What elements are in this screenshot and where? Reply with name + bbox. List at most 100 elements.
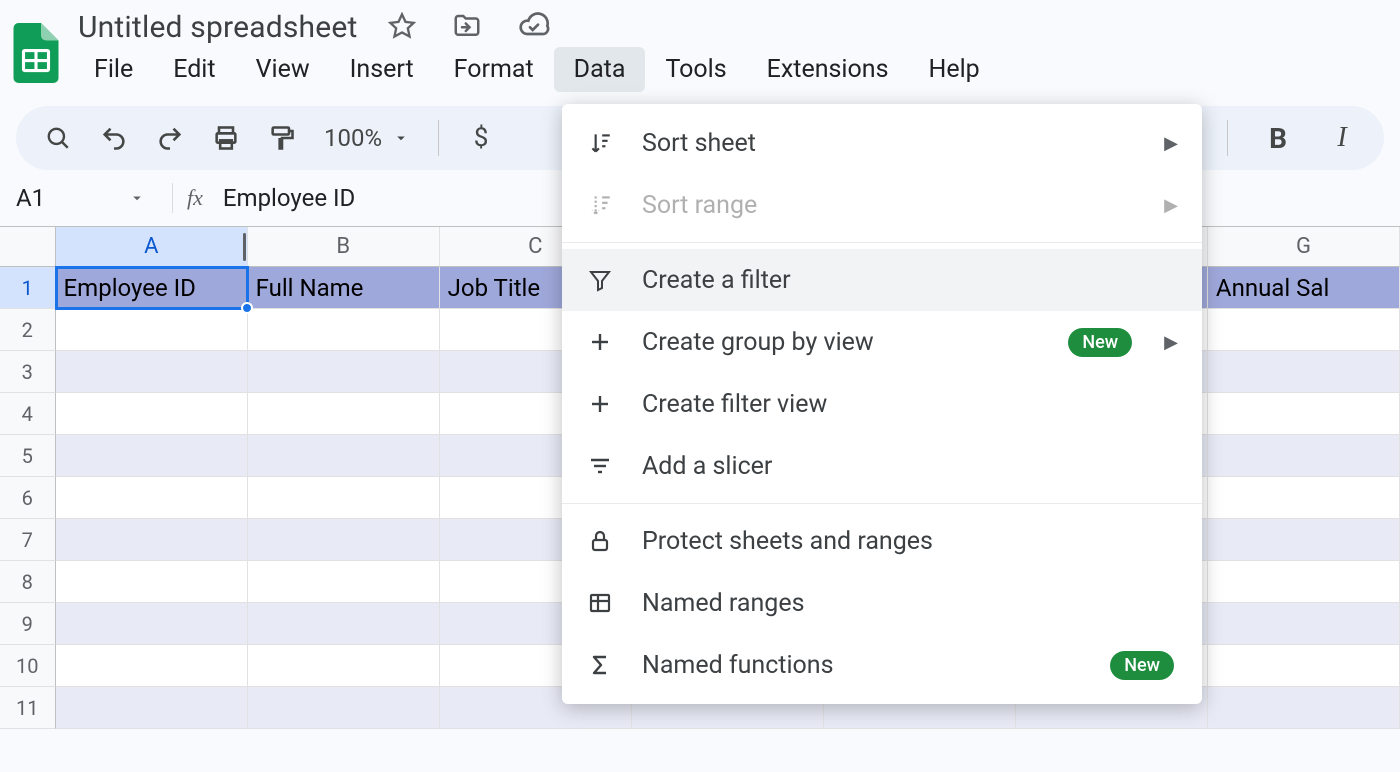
cell[interactable] — [56, 477, 248, 519]
cell[interactable] — [56, 519, 248, 561]
menu-separator — [562, 242, 1202, 243]
move-folder-icon[interactable] — [452, 11, 482, 41]
new-badge: New — [1068, 328, 1132, 357]
col-header-G[interactable]: G — [1208, 227, 1400, 267]
menu-extensions[interactable]: Extensions — [747, 47, 909, 92]
cell[interactable] — [248, 309, 440, 351]
row-header-6[interactable]: 6 — [0, 477, 56, 519]
submenu-arrow-icon: ▶ — [1164, 133, 1178, 154]
cell[interactable] — [248, 351, 440, 393]
menu-create-filter[interactable]: Create a filter — [562, 249, 1202, 311]
cell[interactable] — [56, 393, 248, 435]
cloud-status-icon[interactable] — [518, 10, 550, 42]
lock-icon — [586, 527, 614, 555]
cell[interactable] — [248, 477, 440, 519]
cell[interactable] — [1208, 687, 1400, 729]
cell-B1[interactable]: Full Name — [248, 267, 440, 309]
menu-insert[interactable]: Insert — [330, 47, 434, 92]
print-icon[interactable] — [204, 116, 248, 160]
menu-protect-sheets[interactable]: Protect sheets and ranges — [562, 510, 1202, 572]
sheets-logo[interactable] — [10, 18, 62, 88]
name-box[interactable]: A1 — [14, 184, 164, 212]
redo-icon[interactable] — [148, 116, 192, 160]
cell-A1[interactable]: Employee ID — [56, 267, 248, 309]
cell[interactable] — [248, 603, 440, 645]
paint-format-icon[interactable] — [260, 116, 304, 160]
toolbar-separator — [1227, 120, 1228, 156]
row-header-3[interactable]: 3 — [0, 351, 56, 393]
menu-add-slicer[interactable]: Add a slicer — [562, 435, 1202, 497]
menu-data[interactable]: Data — [554, 47, 646, 92]
cell[interactable] — [1208, 645, 1400, 687]
data-menu-dropdown: Sort sheet ▶ Sort range ▶ Create a filte… — [562, 104, 1202, 704]
row-header-7[interactable]: 7 — [0, 519, 56, 561]
new-badge: New — [1110, 651, 1174, 680]
sigma-icon — [586, 651, 614, 679]
cell[interactable] — [56, 561, 248, 603]
row-header-5[interactable]: 5 — [0, 435, 56, 477]
row-header-9[interactable]: 9 — [0, 603, 56, 645]
bold-button[interactable]: B — [1256, 116, 1300, 160]
cell-G1[interactable]: Annual Sal — [1208, 267, 1400, 309]
cell[interactable] — [1208, 519, 1400, 561]
col-header-A[interactable]: A — [56, 227, 248, 267]
cell[interactable] — [248, 435, 440, 477]
menu-view[interactable]: View — [236, 47, 330, 92]
row-header-10[interactable]: 10 — [0, 645, 56, 687]
filter-icon — [586, 266, 614, 294]
cell[interactable] — [56, 645, 248, 687]
row-header-8[interactable]: 8 — [0, 561, 56, 603]
cell[interactable] — [56, 687, 248, 729]
col-header-B[interactable]: B — [248, 227, 440, 267]
cell[interactable] — [248, 687, 440, 729]
formula-input[interactable]: Employee ID — [223, 184, 355, 212]
menu-edit[interactable]: Edit — [153, 47, 235, 92]
cell[interactable] — [248, 393, 440, 435]
cell[interactable] — [1208, 561, 1400, 603]
cell[interactable] — [1208, 603, 1400, 645]
row-header-4[interactable]: 4 — [0, 393, 56, 435]
italic-button[interactable]: I — [1320, 116, 1364, 160]
menu-file[interactable]: File — [74, 47, 153, 92]
cell[interactable] — [56, 435, 248, 477]
cell[interactable] — [1208, 435, 1400, 477]
zoom-select[interactable]: 100% — [316, 124, 418, 152]
table-icon — [586, 589, 614, 617]
menu-help[interactable]: Help — [908, 47, 999, 92]
menu-named-functions[interactable]: Named functions New — [562, 634, 1202, 696]
cell[interactable] — [56, 603, 248, 645]
cell[interactable] — [56, 351, 248, 393]
plus-icon — [586, 328, 614, 356]
menu-create-group-view[interactable]: Create group by view New ▶ — [562, 311, 1202, 373]
row-header-1[interactable]: 1 — [0, 267, 56, 309]
plus-icon — [586, 390, 614, 418]
selection-handle[interactable] — [241, 302, 253, 314]
doc-title[interactable]: Untitled spreadsheet — [72, 6, 364, 45]
cell[interactable] — [56, 309, 248, 351]
row-header-11[interactable]: 11 — [0, 687, 56, 729]
currency-button[interactable]: $ — [459, 116, 503, 160]
sort-sheet-icon — [586, 129, 614, 157]
submenu-arrow-icon: ▶ — [1164, 195, 1178, 216]
sort-range-icon — [586, 191, 614, 219]
cell[interactable] — [1208, 309, 1400, 351]
menu-separator — [562, 503, 1202, 504]
cell[interactable] — [1208, 351, 1400, 393]
star-icon[interactable] — [388, 12, 416, 40]
cell[interactable] — [1208, 477, 1400, 519]
slicer-icon — [586, 452, 614, 480]
menu-sort-sheet[interactable]: Sort sheet ▶ — [562, 112, 1202, 174]
cell[interactable] — [248, 561, 440, 603]
cell[interactable] — [248, 645, 440, 687]
menu-format[interactable]: Format — [434, 47, 554, 92]
row-header-2[interactable]: 2 — [0, 309, 56, 351]
menu-create-filter-view[interactable]: Create filter view — [562, 373, 1202, 435]
fx-icon: fx — [187, 185, 203, 211]
menu-tools[interactable]: Tools — [645, 47, 746, 92]
search-icon[interactable] — [36, 116, 80, 160]
undo-icon[interactable] — [92, 116, 136, 160]
menu-named-ranges[interactable]: Named ranges — [562, 572, 1202, 634]
cell[interactable] — [248, 519, 440, 561]
cell[interactable] — [1208, 393, 1400, 435]
select-all-corner[interactable] — [0, 227, 56, 267]
